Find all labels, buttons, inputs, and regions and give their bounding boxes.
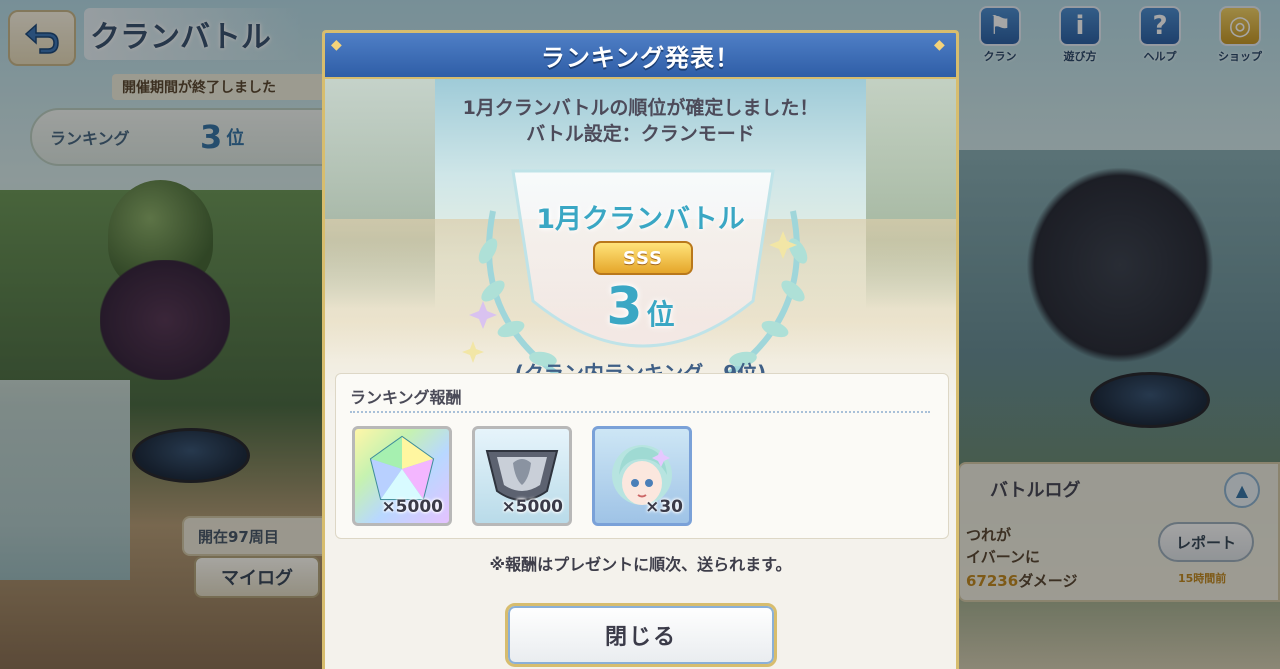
corner-ornament-icon: ◆ [331, 37, 342, 53]
reward-qty: ×5000 [501, 497, 563, 517]
result-hero: 1月クランバトルの順位が確定しました！ バトル設定：クランモード 1月クランバト… [325, 79, 956, 401]
result-message-line2: バトル設定：クランモード [526, 123, 755, 145]
ranking-announcement-dialog: ◆ ランキング発表！ ◆ 1月クランバトルの順位が確定しました！ バトル設定：ク… [322, 30, 959, 669]
final-rank-value: 3 [606, 277, 643, 337]
reward-divider [350, 411, 930, 413]
reward-qty: ×5000 [381, 497, 443, 517]
close-button[interactable]: 閉じる [505, 603, 777, 667]
final-rank-unit: 位 [646, 298, 675, 331]
reward-item-clan-coin[interactable]: ×5000 [472, 426, 572, 526]
reward-list: ×5000 ×5000 ×30 [352, 426, 692, 526]
reward-item-memory-piece[interactable]: ×30 [592, 426, 692, 526]
final-rank: 3位 [325, 277, 956, 337]
dialog-header: ◆ ランキング発表！ ◆ [325, 33, 956, 79]
result-message-line1: 1月クランバトルの順位が確定しました！ [462, 97, 819, 119]
reward-header: ランキング報酬 [350, 388, 462, 407]
grade-label: SSS [622, 247, 664, 269]
reward-qty: ×30 [645, 497, 683, 517]
corner-ornament-icon: ◆ [934, 37, 945, 53]
close-button-label: 閉じる [604, 625, 677, 650]
grade-badge: SSS [593, 241, 693, 275]
reward-item-jewel[interactable]: ×5000 [352, 426, 452, 526]
dialog-title: ランキング発表！ [540, 43, 741, 72]
battle-name: 1月クランバトル [536, 204, 745, 235]
reward-delivery-note: ※報酬はプレゼントに順次、送られます。 [489, 555, 792, 574]
reward-section: ランキング報酬 ×5000 ×5000 ×30 [335, 373, 949, 539]
